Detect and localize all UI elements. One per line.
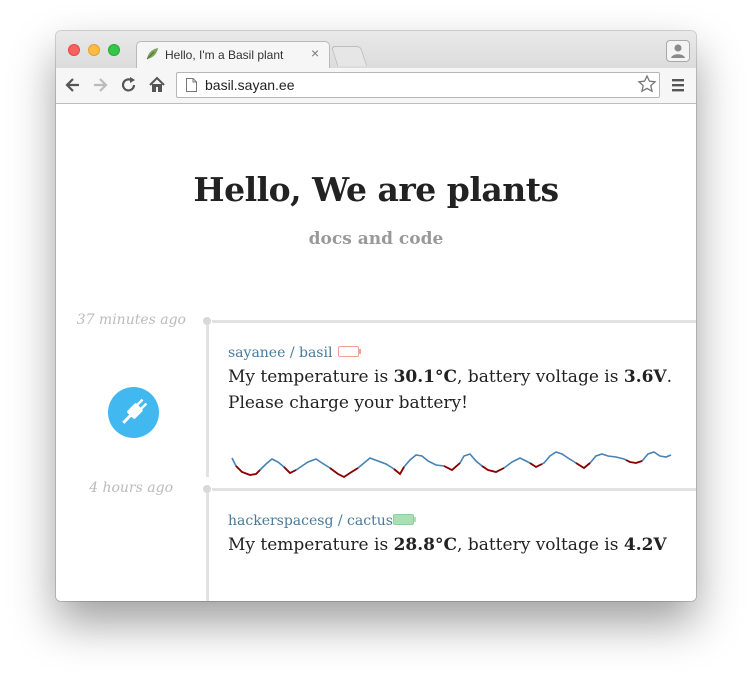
plug-icon [122, 398, 148, 424]
browser-window: Hello, I'm a Basil plant × basil.sayan.e… [56, 31, 696, 601]
page-content: Hello, We are plants docs and code 37 mi… [56, 104, 696, 601]
temperature-sparkline [231, 451, 672, 479]
plug-badge [108, 387, 159, 438]
repo-link[interactable]: hackerspacesg / cactus [228, 513, 393, 529]
timeline-line [206, 317, 209, 477]
leaf-icon [146, 48, 158, 60]
repo-link[interactable]: sayanee / basil [228, 345, 332, 361]
address-bar[interactable]: basil.sayan.ee [176, 72, 660, 98]
page-title: Hello, We are plants [193, 170, 559, 209]
timeline-dot [203, 485, 211, 493]
page-icon [186, 78, 197, 92]
battery-full-icon [393, 514, 414, 525]
window-maximize-button[interactable] [108, 44, 120, 56]
timeline-line [206, 485, 209, 601]
tab-close-icon[interactable]: × [311, 45, 319, 61]
battery-low-icon [338, 346, 359, 357]
voltage-value: 3.6V [623, 367, 667, 387]
bookmark-star-icon[interactable] [637, 74, 657, 94]
timeline-dot [203, 317, 211, 325]
temperature-value: 30.1°C [393, 367, 458, 387]
charge-notice: Please charge your battery! [228, 393, 468, 413]
tab-active[interactable]: Hello, I'm a Basil plant × [136, 41, 330, 68]
battery-tip [414, 517, 416, 522]
back-icon[interactable] [63, 75, 83, 95]
status-message: My temperature is 30.1°C, battery voltag… [228, 367, 673, 413]
reload-icon[interactable] [119, 75, 139, 95]
menu-icon[interactable] [670, 76, 686, 94]
timeline-divider [212, 320, 696, 323]
person-icon [671, 44, 685, 58]
entry-time: 4 hours ago [89, 480, 173, 496]
profile-button[interactable] [666, 40, 690, 62]
docs-and-code-link[interactable]: docs and code [56, 229, 696, 249]
window-close-button[interactable] [68, 44, 80, 56]
home-icon[interactable] [147, 75, 167, 95]
voltage-value: 4.2V [623, 535, 667, 555]
entry-time: 37 minutes ago [76, 312, 186, 328]
temperature-value: 28.8°C [393, 535, 458, 555]
window-minimize-button[interactable] [88, 44, 100, 56]
tab-title: Hello, I'm a Basil plant [165, 48, 284, 62]
timeline-divider [212, 488, 696, 491]
browser-toolbar: basil.sayan.ee [56, 68, 696, 104]
url-text: basil.sayan.ee [205, 77, 295, 93]
battery-tip [359, 349, 361, 354]
new-tab-button[interactable] [330, 46, 368, 66]
forward-icon[interactable] [90, 75, 110, 95]
status-message: My temperature is 28.8°C, battery voltag… [228, 535, 667, 555]
tab-bar: Hello, I'm a Basil plant × [56, 31, 696, 68]
